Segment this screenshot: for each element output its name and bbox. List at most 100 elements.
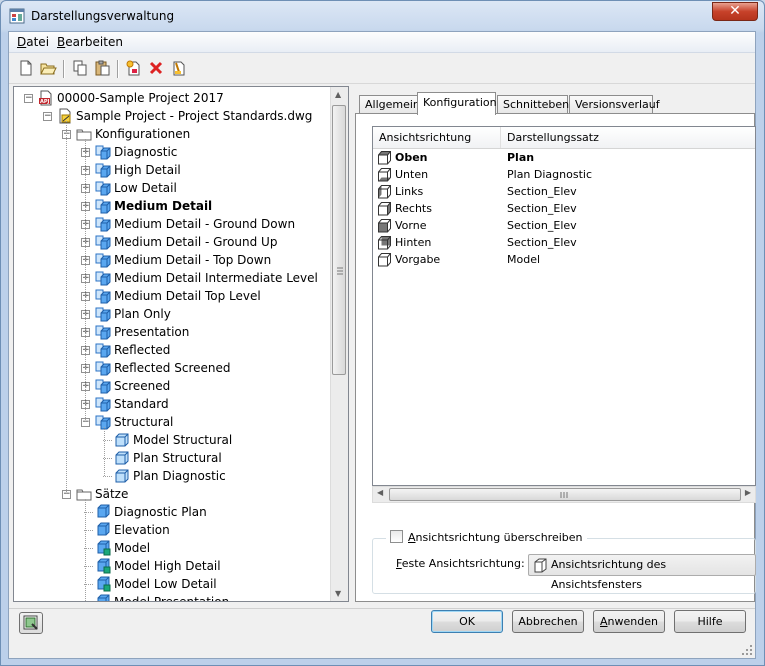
config-icon (95, 306, 111, 322)
title-bar[interactable]: Darstellungsverwaltung ✕ (1, 1, 764, 31)
list-item[interactable]: Vorgabe Model (373, 251, 755, 268)
tree-item-label: Medium Detail (114, 199, 213, 213)
tree-item[interactable]: + Standard (14, 395, 332, 413)
purge-icon[interactable] (169, 59, 187, 77)
menu-datei[interactable]: Datei (17, 35, 49, 49)
project-icon: APJ (38, 90, 54, 106)
tree-item[interactable]: + Reflected Screened (14, 359, 332, 377)
scroll-up-icon[interactable]: ▲ (335, 90, 341, 99)
tab-konfiguration[interactable]: Konfiguration (417, 92, 497, 115)
tree-item[interactable]: − Structural (14, 413, 332, 431)
list-horizontal-scrollbar[interactable]: ◀ ▶ (372, 486, 756, 503)
tree-item[interactable]: Elevation (14, 521, 332, 539)
view-direction-list[interactable]: Ansichtsrichtung Darstellungssatz Oben Pl… (372, 126, 756, 486)
display-set-cell: Section_Elev (507, 219, 577, 232)
view-direction-cell: Links (395, 185, 424, 198)
list-item[interactable]: Links Section_Elev (373, 183, 755, 200)
tree-item[interactable]: + Plan Only (14, 305, 332, 323)
list-item[interactable]: Vorne Section_Elev (373, 217, 755, 234)
new-icon[interactable] (17, 59, 35, 77)
new-style-icon[interactable] (125, 59, 143, 77)
tree-item[interactable]: + Screened (14, 377, 332, 395)
delete-icon[interactable] (147, 59, 165, 77)
help-button[interactable]: Hilfe (674, 610, 746, 633)
set-model-icon (95, 576, 111, 592)
scroll-left-icon[interactable]: ◀ (377, 488, 383, 497)
ok-button[interactable]: OK (431, 610, 503, 633)
paste-icon[interactable] (93, 59, 111, 77)
tree-item[interactable]: + High Detail (14, 161, 332, 179)
tree-item-label: Standard (114, 397, 169, 411)
cancel-button[interactable]: Abbrechen (512, 610, 584, 633)
scroll-thumb[interactable] (389, 488, 741, 501)
tree-item[interactable]: + Medium Detail - Ground Down (14, 215, 332, 233)
tree-item[interactable]: − Sample Project - Project Standards.dwg (14, 107, 332, 125)
cube-icon (114, 450, 130, 466)
tree-item[interactable]: + Reflected (14, 341, 332, 359)
list-item[interactable]: Oben Plan (373, 149, 755, 166)
bottom-separator (9, 608, 755, 609)
tree-item-label: Medium Detail - Top Down (114, 253, 272, 267)
config-icon (95, 270, 111, 286)
column-header-display-set[interactable]: Darstellungssatz (501, 127, 755, 148)
tree-item[interactable]: − Konfigurationen (14, 125, 332, 143)
open-icon[interactable] (39, 59, 57, 77)
list-item[interactable]: Rechts Section_Elev (373, 200, 755, 217)
scroll-down-icon[interactable]: ▼ (335, 589, 341, 598)
tree-item[interactable]: + Medium Detail - Ground Up (14, 233, 332, 251)
list-item[interactable]: Hinten Section_Elev (373, 234, 755, 251)
tree-item[interactable]: Plan Structural (14, 449, 332, 467)
tree-item[interactable]: + Diagnostic (14, 143, 332, 161)
tab-schnittebene[interactable]: Schnittebene (497, 95, 576, 114)
tree-item-label: Medium Detail Top Level (114, 289, 261, 303)
tree-item[interactable]: + Medium Detail Top Level (14, 287, 332, 305)
tree-item[interactable]: − Sätze (14, 485, 332, 503)
tree-item[interactable]: − APJ 00000-Sample Project 2017 (14, 89, 332, 107)
view-direction-cube-icon (377, 252, 392, 267)
apply-button[interactable]: Anwenden (593, 610, 665, 633)
toolbar-separator (63, 60, 64, 78)
tree-item-label: Plan Structural (133, 451, 222, 465)
tree-item[interactable]: Model Presentation (14, 593, 332, 602)
checkbox-box[interactable] (390, 530, 403, 543)
tree-item[interactable]: Model High Detail (14, 557, 332, 575)
style-tree[interactable]: ▲ ▼ − APJ 00000-Sample Project 2017− Sample… (13, 86, 349, 602)
collapse-icon[interactable]: − (43, 112, 52, 121)
tree-item-label: Medium Detail - Ground Up (114, 235, 278, 249)
tree-item[interactable]: + Low Detail (14, 179, 332, 197)
tree-item-label: Model Presentation (114, 595, 230, 602)
tree-item[interactable]: Model Low Detail (14, 575, 332, 593)
tab-versionsverlauf[interactable]: Versionsverlauf (569, 95, 660, 114)
copy-icon[interactable] (71, 59, 89, 77)
fixed-direction-combo[interactable]: Ansichtsrichtung des Ansichtsfensters (528, 554, 756, 591)
tree-item-label: Presentation (114, 325, 190, 339)
resize-grip-icon[interactable] (741, 644, 753, 656)
tree-item[interactable]: + Presentation (14, 323, 332, 341)
tree-item[interactable]: Model Structural (14, 431, 332, 449)
tree-item-label: Model Low Detail (114, 577, 217, 591)
tree-item[interactable]: + Medium Detail Intermediate Level (14, 269, 332, 287)
tree-item[interactable]: Diagnostic Plan (14, 503, 332, 521)
collapse-icon[interactable]: − (24, 94, 33, 103)
splitter-grip-icon[interactable] (337, 266, 343, 276)
tree-item[interactable]: + Medium Detail (14, 197, 332, 215)
drawing-setup-button[interactable] (19, 612, 43, 634)
config-icon (95, 342, 111, 358)
tree-item[interactable]: Model (14, 539, 332, 557)
menu-bearbeiten[interactable]: Bearbeiten (57, 35, 123, 49)
display-set-cell: Section_Elev (507, 185, 577, 198)
column-header-direction[interactable]: Ansichtsrichtung (373, 127, 501, 148)
scroll-thumb[interactable] (332, 105, 346, 375)
app-icon (9, 8, 25, 24)
tree-item[interactable]: Plan Diagnostic (14, 467, 332, 485)
tree-scrollbar[interactable]: ▲ ▼ (330, 87, 348, 601)
tree-item-label: Konfigurationen (95, 127, 191, 141)
list-item[interactable]: Unten Plan Diagnostic (373, 166, 755, 183)
tab-allgemein[interactable]: Allgemein (359, 95, 420, 114)
tree-item[interactable]: + Medium Detail - Top Down (14, 251, 332, 269)
override-checkbox[interactable]: Ansichtsrichtung überschreiben (386, 530, 587, 546)
scroll-right-icon[interactable]: ▶ (745, 488, 751, 497)
set-model-icon (95, 558, 111, 574)
close-button[interactable]: ✕ (712, 2, 758, 21)
view-direction-cell: Oben (395, 151, 428, 164)
